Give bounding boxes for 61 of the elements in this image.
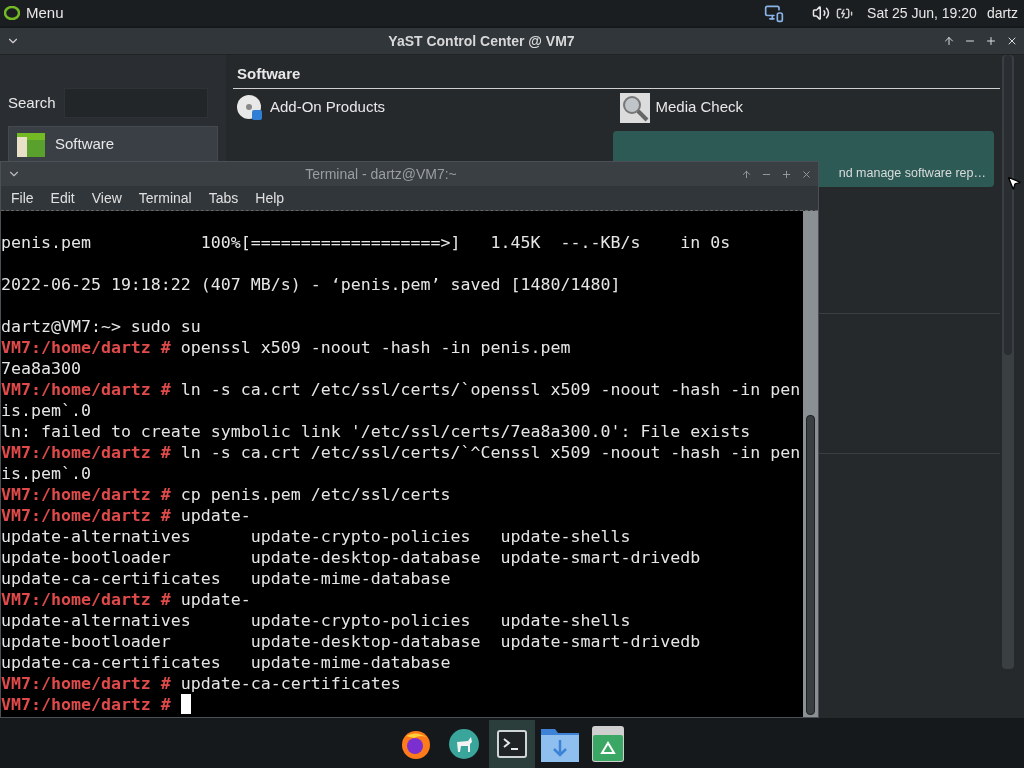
terminal-line: update-ca-certificates update-mime-database — [1, 652, 451, 673]
text-cursor — [180, 694, 191, 714]
animal-icon — [448, 727, 480, 760]
shell-prompt: VM7:/home/dartz # — [1, 589, 171, 610]
keep-above-icon[interactable] — [741, 168, 752, 180]
shell-prompt: VM7:/home/dartz # — [1, 694, 171, 715]
clock[interactable]: Sat 25 Jun, 19:20 — [867, 2, 977, 24]
terminal-line: is.pem`.0 — [1, 400, 91, 421]
disc-icon — [236, 93, 264, 122]
module-item[interactable]: Media Check — [616, 90, 1000, 125]
terminal-line: 7ea8a300 — [1, 358, 81, 379]
mouse-pointer-icon — [1006, 175, 1022, 191]
dock-item[interactable] — [489, 719, 535, 768]
terminal-line: update-bootloader update-desktop-database update-smart-drivedb — [1, 631, 701, 652]
window-title: Terminal - dartz@VM7:~ — [304, 164, 458, 184]
volume-icon[interactable] — [812, 4, 831, 22]
terminal-icon[interactable] — [497, 729, 527, 758]
terminal-line: update- — [179, 505, 251, 526]
terminal-line: update-alternatives update-crypto-policies update-shells — [1, 610, 631, 631]
maximize-icon[interactable] — [985, 35, 997, 47]
terminal-line: is.pem`.0 — [1, 463, 91, 484]
shell-prompt: VM7:/home/dartz # — [1, 484, 171, 505]
terminal-line: 2022-06-25 19:18:22 (407 MB/s) - ‘penis.pem’ saved [1480/1480] — [1, 274, 621, 295]
menu-item[interactable]: Help — [255, 187, 285, 209]
terminal-line: cp penis.pem /etc/ssl/certs — [179, 484, 451, 505]
keep-above-icon[interactable] — [943, 35, 955, 47]
terminal-line: ln: failed to create symbolic link '/etc/ssl/certs/7ea8a300.0': File exists — [1, 421, 751, 442]
terminal-line: update-ca-certificates update-mime-database — [1, 568, 451, 589]
terminal-line: update-alternatives update-crypto-policies update-shells — [1, 526, 631, 547]
menu-item[interactable]: File — [11, 187, 34, 209]
terminal-line: penis.pem 100%[===================>] 1.45K --.-KB/s in 0s — [1, 232, 731, 253]
terminal-line: ln -s ca.crt /etc/ssl/certs/`openssl x509 -noout -hash -in pen — [179, 379, 801, 400]
scrollbar[interactable] — [1002, 55, 1014, 669]
terminal-line: openssl x509 -noout -hash -in penis.pem — [179, 337, 571, 358]
menu-item[interactable]: View — [91, 187, 122, 209]
window-title: YaST Control Center @ VM7 — [387, 31, 576, 51]
menu-button[interactable]: Menu — [4, 1, 64, 25]
shell-prompt: VM7:/home/dartz # — [1, 337, 171, 358]
user-name[interactable]: dartz — [986, 2, 1018, 24]
section-title: Software — [233, 63, 1000, 89]
terminal-line: update-ca-certificates — [179, 673, 401, 694]
network-icon[interactable] — [764, 3, 785, 23]
close-icon[interactable] — [1006, 35, 1018, 47]
terminal-line: ln -s ca.crt /etc/ssl/certs/`^Censsl x509 -noout -hash -in pen — [179, 442, 801, 463]
menu-item[interactable]: Edit — [50, 187, 75, 209]
shell-prompt: VM7:/home/dartz # — [1, 505, 171, 526]
package-icon — [17, 131, 45, 157]
scrollbar[interactable] — [803, 211, 818, 717]
shell-prompt: VM7:/home/dartz # — [1, 673, 171, 694]
magnifier-icon — [619, 92, 650, 123]
maximize-icon[interactable] — [781, 168, 792, 180]
search-label: Search — [8, 92, 56, 113]
shell-prompt: VM7:/home/dartz # — [1, 442, 171, 463]
terminal-line: update-bootloader update-desktop-database update-smart-drivedb — [1, 547, 701, 568]
menu-item[interactable]: Terminal — [138, 187, 192, 209]
shell-prompt: VM7:/home/dartz # — [1, 379, 171, 400]
module-item[interactable]: Add-On Products — [233, 90, 617, 125]
terminal-line: update- — [179, 589, 251, 610]
terminal-line: dartz@VM7:~> sudo su — [1, 316, 201, 337]
menu-item[interactable]: Tabs — [208, 187, 239, 209]
category-item[interactable]: Software — [8, 126, 218, 162]
